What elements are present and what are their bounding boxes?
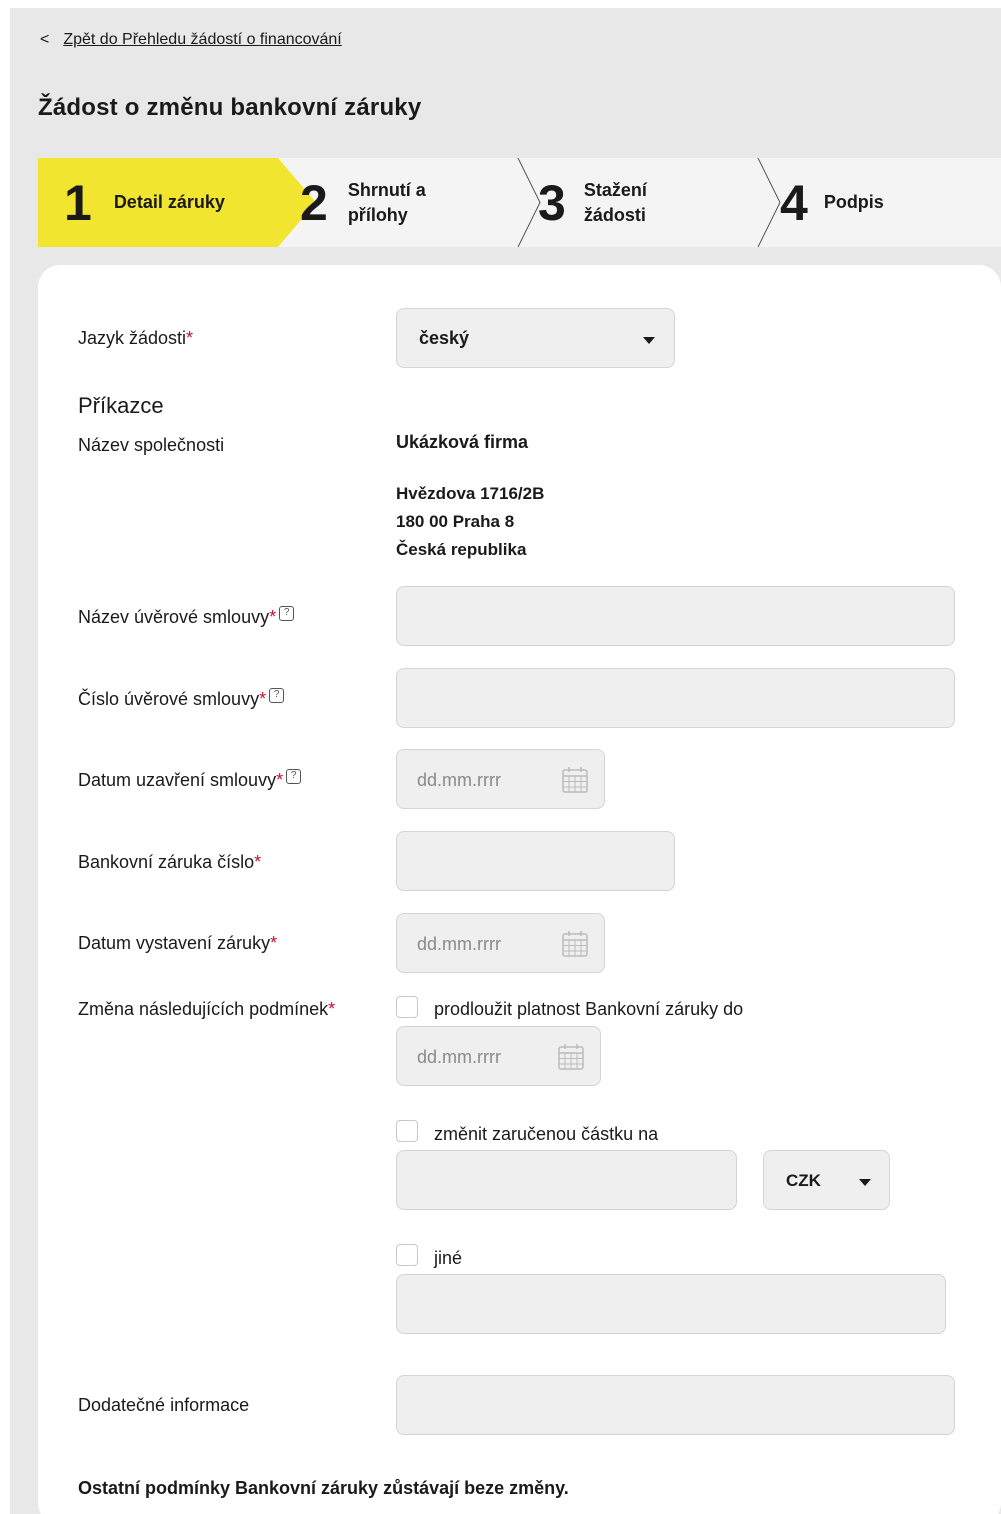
issue-date-label: Datum vystavení záruky * [78,933,278,953]
chevron-left-icon: < [40,31,50,48]
extend-checkbox[interactable] [396,996,418,1018]
back-link-label: Zpět do Přehledu žádostí o financování [63,31,342,48]
step-2[interactable]: 2 Shrnutí a přílohy [300,158,426,247]
calendar-icon[interactable] [559,928,591,960]
company-name: Ukázková firma [396,432,529,452]
currency-select-value: CZK [786,1171,821,1190]
calendar-icon[interactable] [559,764,591,796]
loan-name-input[interactable] [396,586,955,646]
contract-date-input[interactable]: dd.mm.rrrr [396,749,605,809]
page-title: Žádost o změnu bankovní záruky [38,94,422,121]
step-3[interactable]: 3 Stažení žádosti [538,158,647,247]
step-separator-icon [757,158,781,247]
company-address-line: 180 00 Praha 8 [396,512,515,531]
amount-input[interactable] [396,1150,737,1210]
step-4[interactable]: 4 Podpis [780,158,884,247]
step-number: 1 [64,174,92,231]
extend-checkbox-label: prodloužit platnost Bankovní záruky do [434,999,744,1019]
issue-date-input[interactable]: dd.mm.rrrr [396,913,605,973]
step-number: 3 [538,174,566,231]
help-icon[interactable]: ? [286,769,302,784]
step-number: 4 [780,174,808,231]
step-1[interactable]: 1 Detail záruky [64,158,225,247]
company-label: Název společnosti [78,435,225,455]
date-placeholder: dd.mm.rrrr [417,934,501,954]
date-placeholder: dd.mm.rrrr [417,770,501,790]
additional-info-input[interactable] [396,1375,955,1435]
loan-number-input[interactable] [396,668,955,728]
footer-note: Ostatní podmínky Bankovní záruky zůstáva… [78,1478,569,1498]
currency-select[interactable]: CZK [763,1150,890,1210]
step-label: Podpis [823,192,884,213]
changes-label: Změna následujících podmínek * [78,999,336,1019]
section-title-prikazce: Příkazce [78,393,164,418]
other-checkbox-label: jiné [434,1248,463,1268]
other-checkbox[interactable] [396,1244,418,1266]
calendar-icon[interactable] [555,1041,587,1073]
amount-checkbox[interactable] [396,1120,418,1142]
language-select[interactable]: český [396,308,675,368]
stepper: 1 Detail záruky 2 Shrnutí a přílohy 3 St… [38,158,1001,247]
caret-down-icon [859,1179,871,1186]
help-icon[interactable]: ? [279,606,295,621]
loan-number-label: Číslo úvěrové smlouvy * ? [78,688,285,710]
back-link[interactable]: < Zpět do Přehledu žádostí o financování [40,31,342,49]
step-label: Detail záruky [113,192,225,213]
step-number: 2 [300,174,328,231]
amount-checkbox-label: změnit zaručenou částku na [434,1124,659,1144]
additional-info-label: Dodatečné informace [78,1395,250,1415]
date-placeholder: dd.mm.rrrr [417,1047,501,1067]
guarantee-number-label: Bankovní záruka číslo * [78,852,262,872]
language-label: Jazyk žádosti * [78,328,194,348]
company-address-line: Česká republika [396,540,527,559]
extend-date-input[interactable]: dd.mm.rrrr [396,1026,601,1086]
loan-name-label: Název úvěrové smlouvy * ? [78,606,295,628]
language-select-value: český [419,328,470,348]
step-label: Shrnutí a přílohy [347,180,426,225]
step-label: Stažení žádosti [583,180,647,225]
help-icon[interactable]: ? [269,688,285,703]
caret-down-icon [643,337,655,344]
other-input[interactable] [396,1274,946,1334]
company-address-line: Hvězdova 1716/2B [396,484,545,503]
guarantee-number-input[interactable] [396,831,675,891]
contract-date-label: Datum uzavření smlouvy * ? [78,769,302,791]
